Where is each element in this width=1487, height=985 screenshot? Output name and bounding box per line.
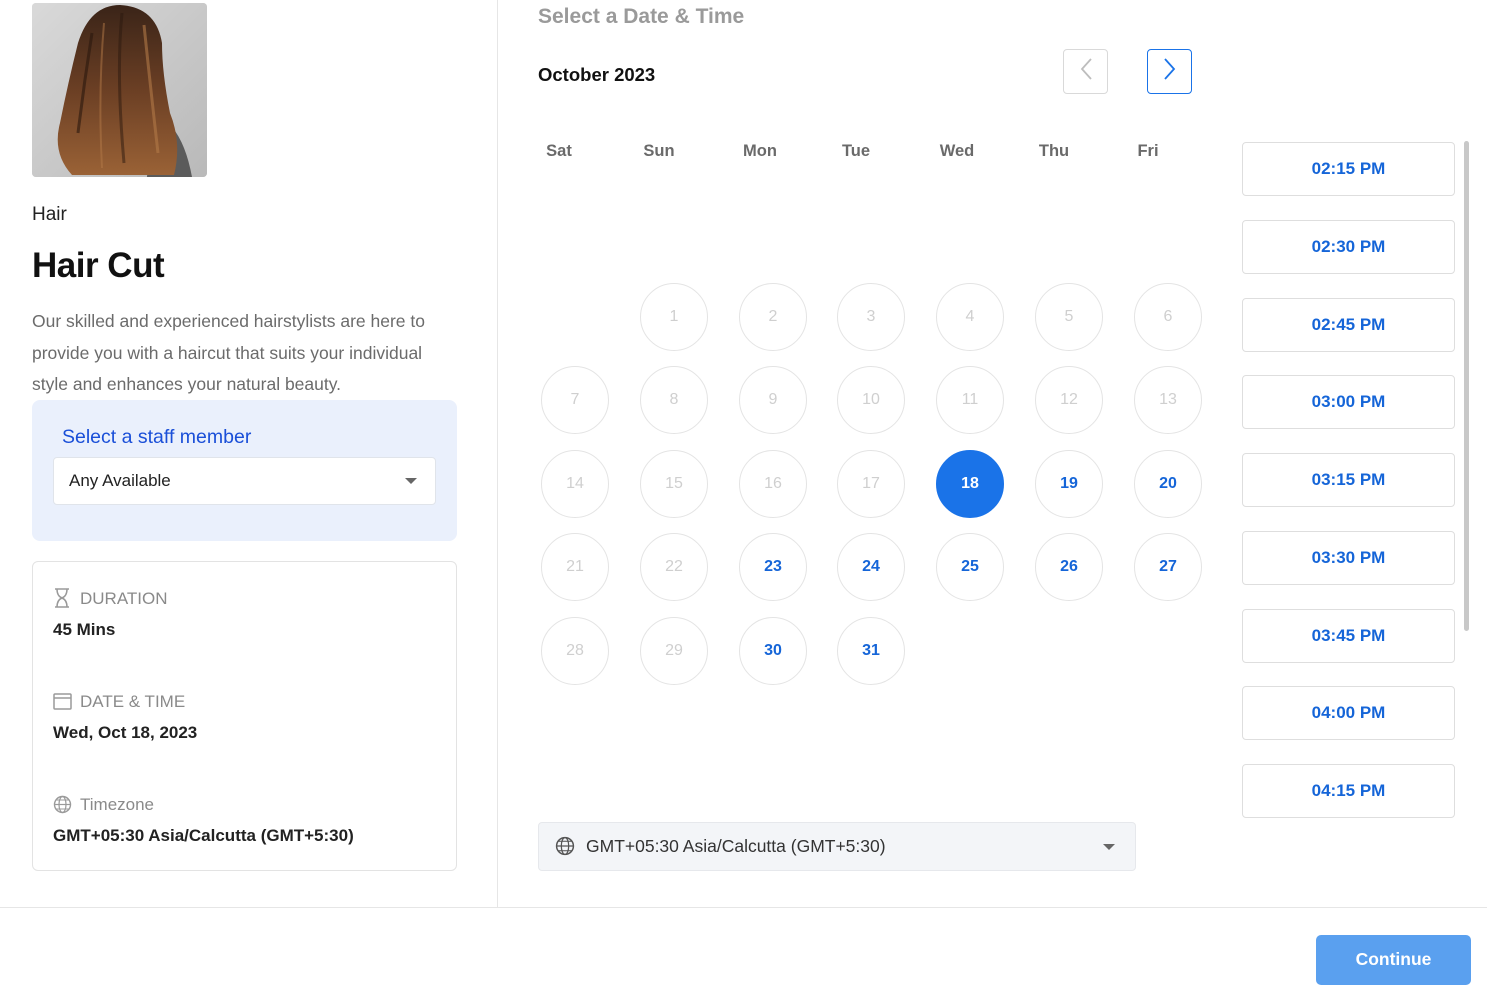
datetime-label: DATE & TIME <box>80 692 186 711</box>
timezone-select[interactable]: GMT+05:30 Asia/Calcutta (GMT+5:30) <box>538 822 1136 871</box>
calendar-day-21: 21 <box>541 533 609 601</box>
calendar-day-30[interactable]: 30 <box>739 617 807 685</box>
calendar-day-22: 22 <box>640 533 708 601</box>
calendar-day-2: 2 <box>739 283 807 351</box>
calendar-day-18[interactable]: 18 <box>936 450 1004 518</box>
calendar-day-25[interactable]: 25 <box>936 533 1004 601</box>
calendar-day-29: 29 <box>640 617 708 685</box>
weekday-sat: Sat <box>546 142 572 160</box>
service-description: Our skilled and experienced hairstylists… <box>32 311 425 394</box>
calendar-icon <box>53 692 72 715</box>
next-month-button[interactable] <box>1147 49 1192 94</box>
calendar-day-27[interactable]: 27 <box>1134 533 1202 601</box>
time-slots-scrollbar[interactable] <box>1464 141 1469 631</box>
calendar-day-15: 15 <box>640 450 708 518</box>
time-slot-button[interactable]: 03:45 PM <box>1242 608 1455 663</box>
calendar-day-28: 28 <box>541 617 609 685</box>
calendar-day-4: 4 <box>936 283 1004 351</box>
calendar-day-11: 11 <box>936 366 1004 434</box>
service-image <box>32 3 207 177</box>
calendar-day-1: 1 <box>640 283 708 351</box>
globe-icon <box>53 795 72 819</box>
service-category: Hair <box>32 204 67 225</box>
timezone-value: GMT+05:30 Asia/Calcutta (GMT+5:30) <box>53 826 354 845</box>
calendar-month-label: October 2023 <box>538 64 656 85</box>
staff-select-dropdown[interactable]: Any Available <box>53 457 436 505</box>
datetime-value: Wed, Oct 18, 2023 <box>53 723 198 742</box>
booking-summary: DURATION 45 Mins DATE & TIME Wed, Oct 18… <box>32 561 457 871</box>
calendar-day-9: 9 <box>739 366 807 434</box>
footer-divider <box>0 907 1487 908</box>
time-slot-button[interactable]: 02:15 PM <box>1242 142 1455 196</box>
calendar-day-13: 13 <box>1134 366 1202 434</box>
calendar-day-12: 12 <box>1035 366 1103 434</box>
calendar-day-26[interactable]: 26 <box>1035 533 1103 601</box>
time-slot-button[interactable]: 04:15 PM <box>1242 764 1455 818</box>
calendar-day-16: 16 <box>739 450 807 518</box>
timezone-label: Timezone <box>80 795 155 814</box>
duration-label: DURATION <box>80 589 168 608</box>
prev-month-button[interactable] <box>1063 49 1108 94</box>
staff-select-value: Any Available <box>69 471 171 490</box>
calendar-day-17: 17 <box>837 450 905 518</box>
weekday-fri: Fri <box>1137 142 1159 160</box>
time-slot-button[interactable]: 03:15 PM <box>1242 453 1455 507</box>
caret-down-icon <box>405 478 417 484</box>
calendar-day-5: 5 <box>1035 283 1103 351</box>
page-heading: Select a Date & Time <box>538 5 745 28</box>
hair-photo-illustration <box>32 3 207 177</box>
service-title: Hair Cut <box>32 246 165 285</box>
calendar-day-23[interactable]: 23 <box>739 533 807 601</box>
calendar-day-10: 10 <box>837 366 905 434</box>
calendar-day-8: 8 <box>640 366 708 434</box>
globe-icon <box>555 836 575 861</box>
weekday-thu: Thu <box>1038 142 1070 160</box>
calendar-day-31[interactable]: 31 <box>837 617 905 685</box>
weekday-tue: Tue <box>841 142 871 160</box>
continue-button[interactable]: Continue <box>1316 935 1471 985</box>
calendar-day-14: 14 <box>541 450 609 518</box>
caret-down-icon <box>1103 844 1115 850</box>
service-details-panel: Hair Hair Cut Our skilled and experience… <box>0 0 498 908</box>
time-slot-button[interactable]: 02:45 PM <box>1242 297 1455 352</box>
time-slot-button[interactable]: 02:30 PM <box>1242 219 1455 274</box>
chevron-left-icon <box>1079 57 1093 86</box>
timezone-select-value: GMT+05:30 Asia/Calcutta (GMT+5:30) <box>586 836 886 856</box>
staff-select-label: Select a staff member <box>62 426 252 448</box>
time-slot-button[interactable]: 03:30 PM <box>1242 530 1455 585</box>
weekday-wed: Wed <box>939 142 975 160</box>
chevron-right-icon <box>1163 57 1177 86</box>
staff-selection-box: Select a staff member Any Available <box>32 400 457 541</box>
calendar-day-6: 6 <box>1134 283 1202 351</box>
weekday-mon: Mon <box>743 142 777 160</box>
calendar-day-19[interactable]: 19 <box>1035 450 1103 518</box>
time-slot-button[interactable]: 04:00 PM <box>1242 686 1455 741</box>
duration-value: 45 Mins <box>53 620 116 639</box>
calendar-day-20[interactable]: 20 <box>1134 450 1202 518</box>
calendar-day-3: 3 <box>837 283 905 351</box>
hourglass-icon <box>53 588 71 613</box>
weekday-sun: Sun <box>643 142 675 160</box>
calendar-day-7: 7 <box>541 366 609 434</box>
time-slot-button[interactable]: 03:00 PM <box>1242 375 1455 430</box>
calendar-day-24[interactable]: 24 <box>837 533 905 601</box>
